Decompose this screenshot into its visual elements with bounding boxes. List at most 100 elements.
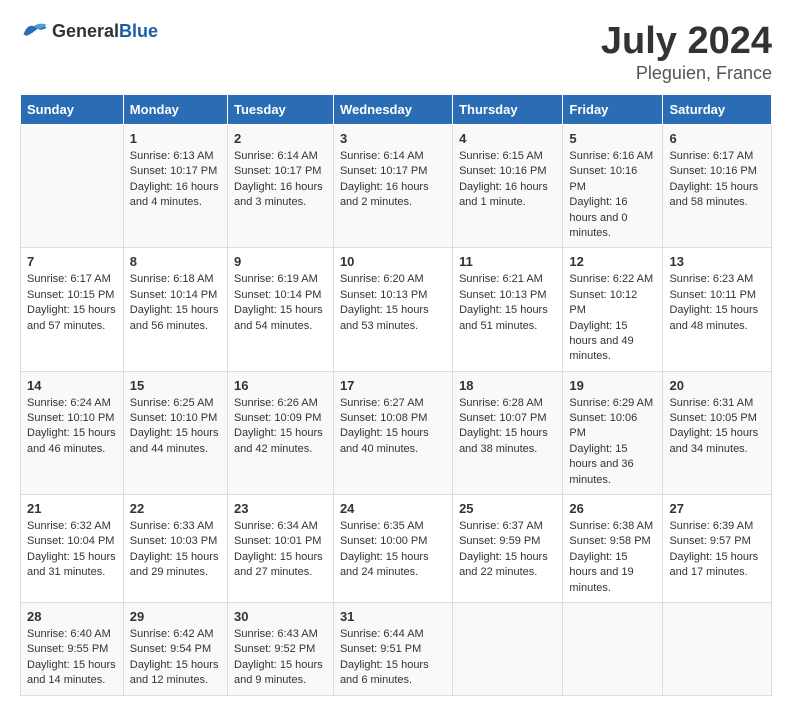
- day-sun-info: Sunrise: 6:19 AMSunset: 10:14 PMDaylight…: [234, 272, 327, 334]
- calendar-cell: [563, 602, 663, 695]
- day-number: 5: [569, 131, 656, 146]
- day-number: 10: [340, 254, 446, 269]
- calendar-cell: 7 Sunrise: 6:17 AMSunset: 10:15 PMDayligh…: [21, 248, 124, 371]
- day-number: 24: [340, 501, 446, 516]
- logo-text: GeneralBlue: [52, 21, 158, 42]
- day-number: 16: [234, 378, 327, 393]
- day-sun-info: Sunrise: 6:43 AMSunset: 9:52 PMDaylight:…: [234, 627, 327, 689]
- day-number: 21: [27, 501, 117, 516]
- day-number: 14: [27, 378, 117, 393]
- calendar-cell: 23 Sunrise: 6:34 AMSunset: 10:01 PMDaylig…: [228, 495, 334, 603]
- day-sun-info: Sunrise: 6:38 AMSunset: 9:58 PMDaylight:…: [569, 519, 656, 596]
- day-sun-info: Sunrise: 6:26 AMSunset: 10:09 PMDaylight…: [234, 396, 327, 458]
- calendar-cell: 10 Sunrise: 6:20 AMSunset: 10:13 PMDaylig…: [333, 248, 452, 371]
- day-sun-info: Sunrise: 6:40 AMSunset: 9:55 PMDaylight:…: [27, 627, 117, 689]
- calendar-cell: 20 Sunrise: 6:31 AMSunset: 10:05 PMDaylig…: [663, 371, 772, 494]
- logo: GeneralBlue: [20, 20, 158, 42]
- calendar-cell: 22Sunrise: 6:33 AMSunset: 10:03 PMDaylig…: [123, 495, 227, 603]
- logo-bird-icon: [20, 20, 48, 42]
- day-number: 9: [234, 254, 327, 269]
- calendar-cell: 1 Sunrise: 6:13 AMSunset: 10:17 PMDayligh…: [123, 125, 227, 248]
- day-number: 12: [569, 254, 656, 269]
- day-number: 28: [27, 609, 117, 624]
- day-sun-info: Sunrise: 6:13 AMSunset: 10:17 PMDaylight…: [130, 149, 221, 211]
- day-sun-info: Sunrise: 6:35 AMSunset: 10:00 PMDaylight…: [340, 519, 446, 581]
- day-number: 20: [669, 378, 765, 393]
- calendar-cell: 8Sunrise: 6:18 AMSunset: 10:14 PMDayligh…: [123, 248, 227, 371]
- calendar-cell: 15Sunrise: 6:25 AMSunset: 10:10 PMDaylig…: [123, 371, 227, 494]
- calendar-week-row: 7 Sunrise: 6:17 AMSunset: 10:15 PMDayligh…: [21, 248, 772, 371]
- day-number: 1: [130, 131, 221, 146]
- day-sun-info: Sunrise: 6:21 AMSunset: 10:13 PMDaylight…: [459, 272, 556, 334]
- day-number: 25: [459, 501, 556, 516]
- calendar-cell: 16 Sunrise: 6:26 AMSunset: 10:09 PMDaylig…: [228, 371, 334, 494]
- calendar-cell: 21 Sunrise: 6:32 AMSunset: 10:04 PMDaylig…: [21, 495, 124, 603]
- calendar-cell: 24 Sunrise: 6:35 AMSunset: 10:00 PMDaylig…: [333, 495, 452, 603]
- calendar-cell: 4 Sunrise: 6:15 AMSunset: 10:16 PMDayligh…: [453, 125, 563, 248]
- calendar-cell: 26 Sunrise: 6:38 AMSunset: 9:58 PMDayligh…: [563, 495, 663, 603]
- calendar-header-row: SundayMondayTuesdayWednesdayThursdayFrid…: [21, 95, 772, 125]
- calendar-week-row: 21 Sunrise: 6:32 AMSunset: 10:04 PMDaylig…: [21, 495, 772, 603]
- day-number: 27: [669, 501, 765, 516]
- day-sun-info: Sunrise: 6:22 AMSunset: 10:12 PMDaylight…: [569, 272, 656, 364]
- day-number: 31: [340, 609, 446, 624]
- calendar-cell: [663, 602, 772, 695]
- day-number: 6: [669, 131, 765, 146]
- header-wednesday: Wednesday: [333, 95, 452, 125]
- day-sun-info: Sunrise: 6:29 AMSunset: 10:06 PMDaylight…: [569, 396, 656, 488]
- calendar-cell: 25 Sunrise: 6:37 AMSunset: 9:59 PMDayligh…: [453, 495, 563, 603]
- day-number: 26: [569, 501, 656, 516]
- day-sun-info: Sunrise: 6:14 AMSunset: 10:17 PMDaylight…: [234, 149, 327, 211]
- day-sun-info: Sunrise: 6:23 AMSunset: 10:11 PMDaylight…: [669, 272, 765, 334]
- day-number: 19: [569, 378, 656, 393]
- logo-blue: Blue: [119, 21, 158, 41]
- day-sun-info: Sunrise: 6:20 AMSunset: 10:13 PMDaylight…: [340, 272, 446, 334]
- day-number: 18: [459, 378, 556, 393]
- day-number: 23: [234, 501, 327, 516]
- header-friday: Friday: [563, 95, 663, 125]
- day-sun-info: Sunrise: 6:39 AMSunset: 9:57 PMDaylight:…: [669, 519, 765, 581]
- calendar-cell: 17 Sunrise: 6:27 AMSunset: 10:08 PMDaylig…: [333, 371, 452, 494]
- day-sun-info: Sunrise: 6:15 AMSunset: 10:16 PMDaylight…: [459, 149, 556, 211]
- day-number: 13: [669, 254, 765, 269]
- day-sun-info: Sunrise: 6:32 AMSunset: 10:04 PMDaylight…: [27, 519, 117, 581]
- calendar-cell: 18 Sunrise: 6:28 AMSunset: 10:07 PMDaylig…: [453, 371, 563, 494]
- calendar-cell: 28 Sunrise: 6:40 AMSunset: 9:55 PMDayligh…: [21, 602, 124, 695]
- day-number: 4: [459, 131, 556, 146]
- calendar-table: SundayMondayTuesdayWednesdayThursdayFrid…: [20, 94, 772, 696]
- header-saturday: Saturday: [663, 95, 772, 125]
- day-number: 11: [459, 254, 556, 269]
- day-number: 17: [340, 378, 446, 393]
- day-sun-info: Sunrise: 6:17 AMSunset: 10:16 PMDaylight…: [669, 149, 765, 211]
- day-sun-info: Sunrise: 6:25 AMSunset: 10:10 PMDaylight…: [130, 396, 221, 458]
- day-sun-info: Sunrise: 6:24 AMSunset: 10:10 PMDaylight…: [27, 396, 117, 458]
- day-sun-info: Sunrise: 6:34 AMSunset: 10:01 PMDaylight…: [234, 519, 327, 581]
- day-number: 2: [234, 131, 327, 146]
- calendar-cell: 5 Sunrise: 6:16 AMSunset: 10:16 PMDayligh…: [563, 125, 663, 248]
- calendar-cell: 29 Sunrise: 6:42 AMSunset: 9:54 PMDayligh…: [123, 602, 227, 695]
- day-sun-info: Sunrise: 6:27 AMSunset: 10:08 PMDaylight…: [340, 396, 446, 458]
- day-number: 29: [130, 609, 221, 624]
- day-sun-info: Sunrise: 6:37 AMSunset: 9:59 PMDaylight:…: [459, 519, 556, 581]
- day-sun-info: Sunrise: 6:17 AMSunset: 10:15 PMDaylight…: [27, 272, 117, 334]
- day-sun-info: Sunrise: 6:31 AMSunset: 10:05 PMDaylight…: [669, 396, 765, 458]
- day-number: 7: [27, 254, 117, 269]
- calendar-cell: 19 Sunrise: 6:29 AMSunset: 10:06 PMDaylig…: [563, 371, 663, 494]
- header-sunday: Sunday: [21, 95, 124, 125]
- calendar-cell: 6 Sunrise: 6:17 AMSunset: 10:16 PMDayligh…: [663, 125, 772, 248]
- header-tuesday: Tuesday: [228, 95, 334, 125]
- month-year-title: July 2024: [601, 20, 772, 63]
- day-number: 30: [234, 609, 327, 624]
- calendar-week-row: 14 Sunrise: 6:24 AMSunset: 10:10 PMDaylig…: [21, 371, 772, 494]
- location-subtitle: Pleguien, France: [601, 63, 772, 84]
- page-header: GeneralBlue July 2024 Pleguien, France: [20, 20, 772, 84]
- calendar-cell: 2 Sunrise: 6:14 AMSunset: 10:17 PMDayligh…: [228, 125, 334, 248]
- day-sun-info: Sunrise: 6:16 AMSunset: 10:16 PMDaylight…: [569, 149, 656, 241]
- title-area: July 2024 Pleguien, France: [601, 20, 772, 84]
- calendar-cell: 9 Sunrise: 6:19 AMSunset: 10:14 PMDayligh…: [228, 248, 334, 371]
- calendar-cell: [21, 125, 124, 248]
- day-sun-info: Sunrise: 6:28 AMSunset: 10:07 PMDaylight…: [459, 396, 556, 458]
- day-sun-info: Sunrise: 6:42 AMSunset: 9:54 PMDaylight:…: [130, 627, 221, 689]
- calendar-cell: 14 Sunrise: 6:24 AMSunset: 10:10 PMDaylig…: [21, 371, 124, 494]
- day-number: 22: [130, 501, 221, 516]
